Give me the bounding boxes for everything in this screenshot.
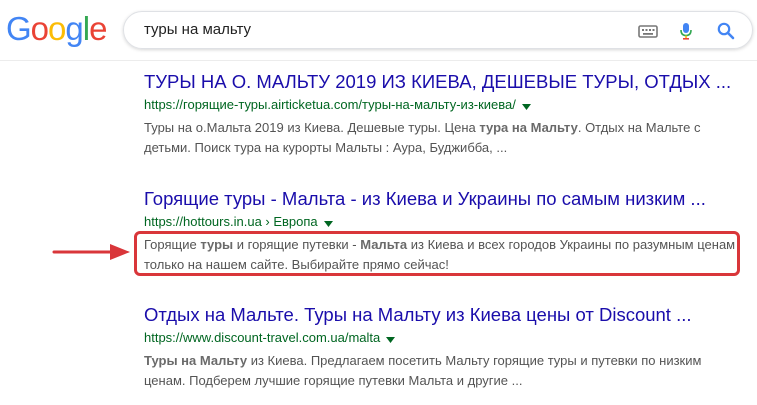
search-icon[interactable] (716, 21, 736, 46)
snippet-text: детьми. Поиск тура на курорты Мальты : А… (144, 139, 508, 155)
search-result: ТУРЫ НА О. МАЛЬТУ 2019 ИЗ КИЕВА, ДЕШЕВЫЕ… (144, 70, 744, 158)
result-url-text[interactable]: https://горящие-туры.airticketua.com/тур… (144, 97, 516, 112)
snippet-line: Туры на о.Мальта 2019 из Киева. Дешевые … (144, 118, 744, 138)
logo-letter: g (65, 10, 83, 47)
snippet-line: ценам. Подберем лучшие горящие путевки М… (144, 371, 744, 391)
result-title-link[interactable]: ТУРЫ НА О. МАЛЬТУ 2019 ИЗ КИЕВА, ДЕШЕВЫЕ… (144, 70, 744, 94)
result-url-text[interactable]: https://www.discount-travel.com.ua/malta (144, 330, 380, 345)
result-url[interactable]: https://горящие-туры.airticketua.com/тур… (144, 96, 744, 115)
header: Google (0, 0, 757, 61)
microphone-icon[interactable] (676, 21, 696, 46)
search-input[interactable] (144, 21, 624, 38)
snippet-text: из Киева. Предлагаем посетить Мальту гор… (247, 352, 702, 368)
search-box[interactable] (123, 11, 753, 49)
logo-letter: o (48, 10, 66, 47)
result-title-link[interactable]: Отдых на Мальте. Туры на Мальту из Киева… (144, 303, 744, 327)
result-url[interactable]: https://hottours.in.ua › Европа (144, 213, 744, 232)
result-snippet: Туры на о.Мальта 2019 из Киева. Дешевые … (144, 118, 744, 158)
snippet-text: Туры на о.Мальта 2019 из Киева. Дешевые … (144, 119, 480, 135)
result-url-text[interactable]: https://hottours.in.ua › Европа (144, 214, 318, 229)
snippet-text: . Отдых на Мальте с (577, 119, 701, 135)
result-url[interactable]: https://www.discount-travel.com.ua/malta (144, 329, 744, 348)
snippet-line: детьми. Поиск тура на курорты Мальты : А… (144, 138, 744, 158)
highlight-box (134, 231, 740, 276)
snippet-bold-term: Туры на Мальту (144, 352, 248, 368)
logo-letter: G (6, 10, 32, 47)
snippet-text: ... (511, 372, 523, 388)
snippet-text: ценам. Подберем лучшие горящие путевки М… (144, 372, 512, 388)
search-result: Отдых на Мальте. Туры на Мальту из Киева… (144, 303, 744, 391)
logo-letter: o (30, 10, 49, 47)
chevron-down-icon[interactable] (323, 214, 333, 232)
result-title-link[interactable]: Горящие туры - Мальта - из Киева и Украи… (144, 187, 744, 211)
arrow-right-icon (52, 241, 132, 268)
chevron-down-icon[interactable] (521, 97, 531, 115)
google-logo[interactable]: Google (6, 10, 107, 48)
chevron-down-icon[interactable] (386, 330, 396, 348)
snippet-bold-term: тура на Мальту (479, 119, 578, 135)
logo-letter: e (89, 10, 107, 47)
result-snippet: Туры на Мальту из Киева. Предлагаем посе… (144, 351, 744, 391)
keyboard-icon[interactable] (638, 21, 658, 46)
snippet-line: Туры на Мальту из Киева. Предлагаем посе… (144, 351, 744, 371)
